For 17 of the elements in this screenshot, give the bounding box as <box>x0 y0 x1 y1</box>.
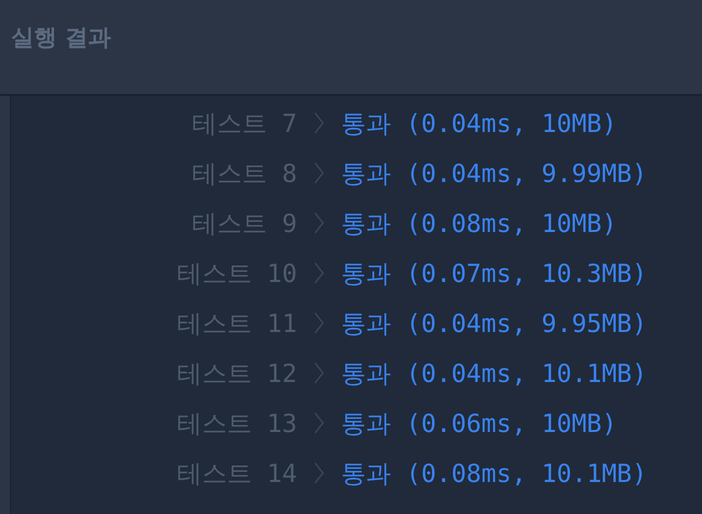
chevron-icon <box>314 412 324 434</box>
result-text: 통과 (0.04ms, 10MB) <box>341 108 618 140</box>
chevron-icon <box>314 462 324 484</box>
chevron-icon <box>314 112 324 134</box>
result-text: 통과 (0.07ms, 10.3MB) <box>341 258 648 290</box>
result-text: 통과 (0.04ms, 9.95MB) <box>341 308 648 340</box>
chevron-icon <box>314 162 324 184</box>
panel-title: 실행 결과 <box>11 24 112 52</box>
result-text: 통과 (0.06ms, 10MB) <box>341 408 618 440</box>
result-text: 통과 (0.08ms, 10MB) <box>341 208 618 240</box>
result-text: 통과 (0.04ms, 10.1MB) <box>341 358 648 390</box>
chevron-icon <box>314 212 324 234</box>
result-text: 통과 (0.08ms, 10.1MB) <box>341 458 648 490</box>
chevron-icon <box>314 262 324 284</box>
result-text: 통과 (0.04ms, 9.99MB) <box>341 158 648 190</box>
chevron-icon <box>314 312 324 334</box>
chevron-icon <box>314 362 324 384</box>
